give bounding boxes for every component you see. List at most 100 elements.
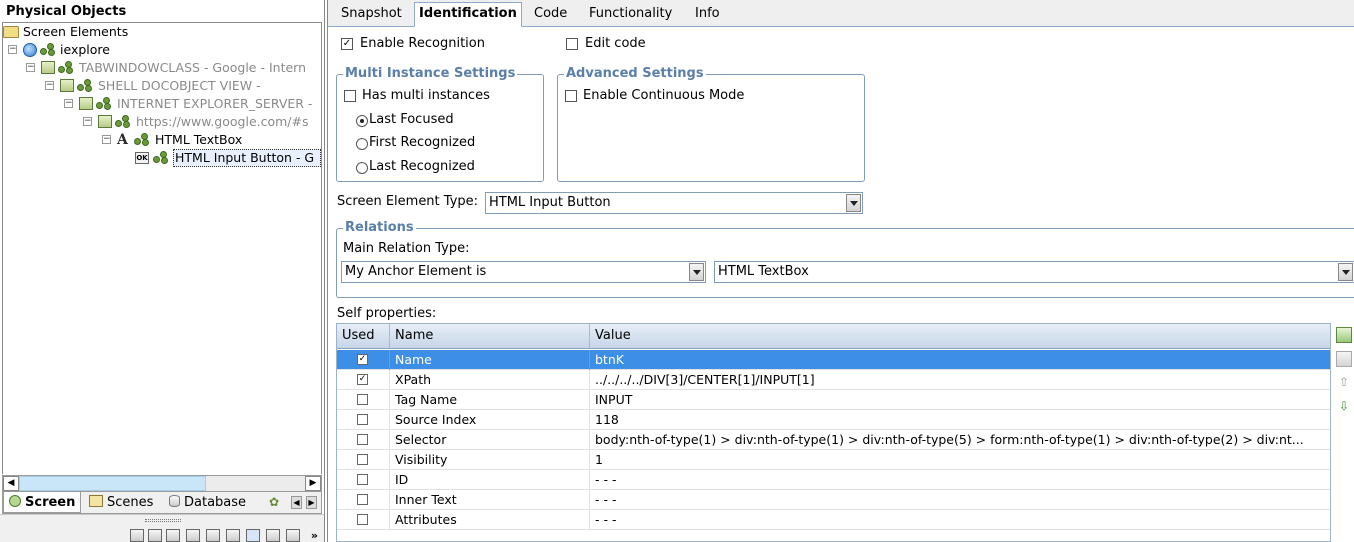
tab-screen[interactable]: Screen	[3, 492, 81, 513]
table-row[interactable]: Tag Name INPUT	[337, 390, 1330, 410]
used-checkbox[interactable]	[357, 394, 368, 405]
window-icon	[41, 61, 55, 74]
tab-label: Database	[184, 495, 247, 510]
has-multi-instances-checkbox[interactable]	[344, 90, 356, 102]
tab-snapshot[interactable]: Snapshot	[337, 4, 406, 26]
chevron-down-icon[interactable]	[1338, 263, 1353, 281]
tab-database[interactable]: Database	[169, 492, 259, 513]
name-cell: Source Index	[390, 410, 590, 430]
table-row[interactable]: ID - - -	[337, 470, 1330, 490]
collapse-icon[interactable]: −	[26, 63, 35, 72]
tab-prev-icon[interactable]: ◀	[291, 496, 302, 509]
paste-icon[interactable]	[286, 529, 300, 542]
table-row[interactable]: Selector body:nth-of-type(1) > div:nth-of…	[337, 430, 1330, 450]
relation-type-select[interactable]: My Anchor Element is	[341, 261, 706, 283]
table-row[interactable]: Inner Text - - -	[337, 490, 1330, 510]
toolbar-grip[interactable]	[145, 519, 181, 522]
table-row[interactable]: Source Index 118	[337, 410, 1330, 430]
grid-header: Used Name Value	[337, 324, 1330, 349]
value-cell[interactable]: body:nth-of-type(1) > div:nth-of-type(1)…	[590, 430, 1330, 450]
scroll-left-icon[interactable]: ◀	[3, 476, 19, 491]
delete-icon[interactable]	[1336, 351, 1352, 367]
name-cell: Visibility	[390, 450, 590, 470]
window-group-icon	[77, 79, 93, 93]
chevron-down-icon[interactable]	[689, 263, 704, 281]
scroll-right-icon[interactable]: ▶	[305, 476, 321, 491]
document-icon[interactable]	[226, 529, 240, 542]
used-checkbox[interactable]	[357, 494, 368, 505]
anchor-element-select[interactable]: HTML TextBox	[714, 261, 1354, 283]
first-recognized-radio[interactable]	[356, 138, 368, 150]
edit-code-checkbox[interactable]	[566, 38, 578, 50]
column-value[interactable]: Value	[590, 324, 1330, 348]
folder-icon	[3, 26, 19, 38]
value-cell[interactable]: btnK	[590, 350, 1330, 370]
last-recognized-label: Last Recognized	[369, 159, 475, 174]
collapse-icon[interactable]: −	[45, 81, 54, 90]
screen-element-type-select[interactable]: HTML Input Button	[485, 192, 863, 214]
used-checkbox[interactable]	[357, 454, 368, 465]
last-recognized-radio[interactable]	[356, 162, 368, 174]
collapse-icon[interactable]: −	[83, 117, 92, 126]
tab-identification[interactable]: Identification	[414, 2, 522, 27]
collapse-icon[interactable]: −	[64, 99, 73, 108]
tab-next-icon[interactable]: ▶	[306, 496, 317, 509]
used-checkbox[interactable]	[357, 514, 368, 525]
settings-icon[interactable]: ✿	[269, 492, 279, 513]
last-focused-radio[interactable]	[356, 115, 368, 127]
layer-icon[interactable]	[206, 529, 220, 542]
value-cell[interactable]: INPUT	[590, 390, 1330, 410]
tree-horizontal-scrollbar[interactable]: ◀ ▶	[2, 475, 322, 492]
value-cell[interactable]: - - -	[590, 470, 1330, 490]
collapse-icon[interactable]: −	[8, 45, 17, 54]
add-property-icon[interactable]	[1336, 327, 1352, 343]
advanced-settings-group: Advanced Settings Enable Continuous Mode	[557, 66, 865, 182]
value-cell[interactable]: ../../../../DIV[3]/CENTER[1]/INPUT[1]	[590, 370, 1330, 390]
object-tree: Screen Elements − iexplore − TABWINDOWCL…	[2, 22, 322, 474]
collapse-icon[interactable]: −	[102, 135, 111, 144]
link-icon[interactable]	[246, 529, 260, 542]
used-checkbox[interactable]: ✓	[357, 374, 368, 385]
tab-scenes[interactable]: Scenes	[89, 492, 167, 513]
move-up-icon[interactable]: ⇧	[1336, 375, 1352, 391]
used-cell	[337, 470, 390, 490]
relation-type-value: My Anchor Element is	[345, 264, 487, 279]
value-cell[interactable]: - - -	[590, 490, 1330, 510]
enable-recognition-checkbox[interactable]: ✓	[341, 38, 353, 50]
window-group-icon	[115, 115, 131, 129]
screen-element-type-value: HTML Input Button	[489, 195, 611, 210]
left-toolbar: »	[0, 514, 324, 542]
table-row[interactable]: Visibility 1	[337, 450, 1330, 470]
move-down-icon[interactable]: ⇩	[1336, 399, 1352, 415]
value-cell[interactable]: - - -	[590, 510, 1330, 530]
column-name[interactable]: Name	[390, 324, 590, 348]
scrollbar-thumb[interactable]	[19, 476, 206, 491]
name-cell: Selector	[390, 430, 590, 450]
chevron-down-icon[interactable]	[846, 194, 861, 212]
table-row[interactable]: ✓ Name btnK	[337, 350, 1330, 370]
tab-info[interactable]: Info	[691, 4, 724, 26]
used-checkbox[interactable]: ✓	[357, 354, 368, 365]
multi-instance-settings-legend: Multi Instance Settings	[343, 66, 518, 82]
table-row[interactable]: ✓ XPath ../../../../DIV[3]/CENTER[1]/INPUT…	[337, 370, 1330, 390]
table-row[interactable]: Attributes - - -	[337, 510, 1330, 530]
value-cell[interactable]: 1	[590, 450, 1330, 470]
capture-icon[interactable]	[186, 529, 200, 542]
column-used[interactable]: Used	[337, 324, 390, 348]
copy-icon[interactable]	[266, 529, 280, 542]
screen-element-type-label: Screen Element Type:	[337, 194, 479, 209]
new-element-icon[interactable]	[148, 529, 162, 542]
enable-continuous-mode-checkbox[interactable]	[565, 90, 577, 102]
used-checkbox[interactable]	[357, 434, 368, 445]
tab-label: Scenes	[107, 495, 154, 510]
physical-objects-panel: Physical Objects Screen Elements − iexpl…	[0, 0, 325, 542]
used-checkbox[interactable]	[357, 414, 368, 425]
toolbar-overflow-icon[interactable]: »	[311, 529, 318, 542]
tab-code[interactable]: Code	[530, 4, 571, 26]
pointer-icon[interactable]	[166, 529, 180, 542]
value-cell[interactable]: 118	[590, 410, 1330, 430]
last-focused-label: Last Focused	[369, 112, 454, 127]
tab-functionality[interactable]: Functionality	[585, 4, 676, 26]
used-checkbox[interactable]	[357, 474, 368, 485]
group-tool-icon[interactable]	[130, 529, 144, 542]
